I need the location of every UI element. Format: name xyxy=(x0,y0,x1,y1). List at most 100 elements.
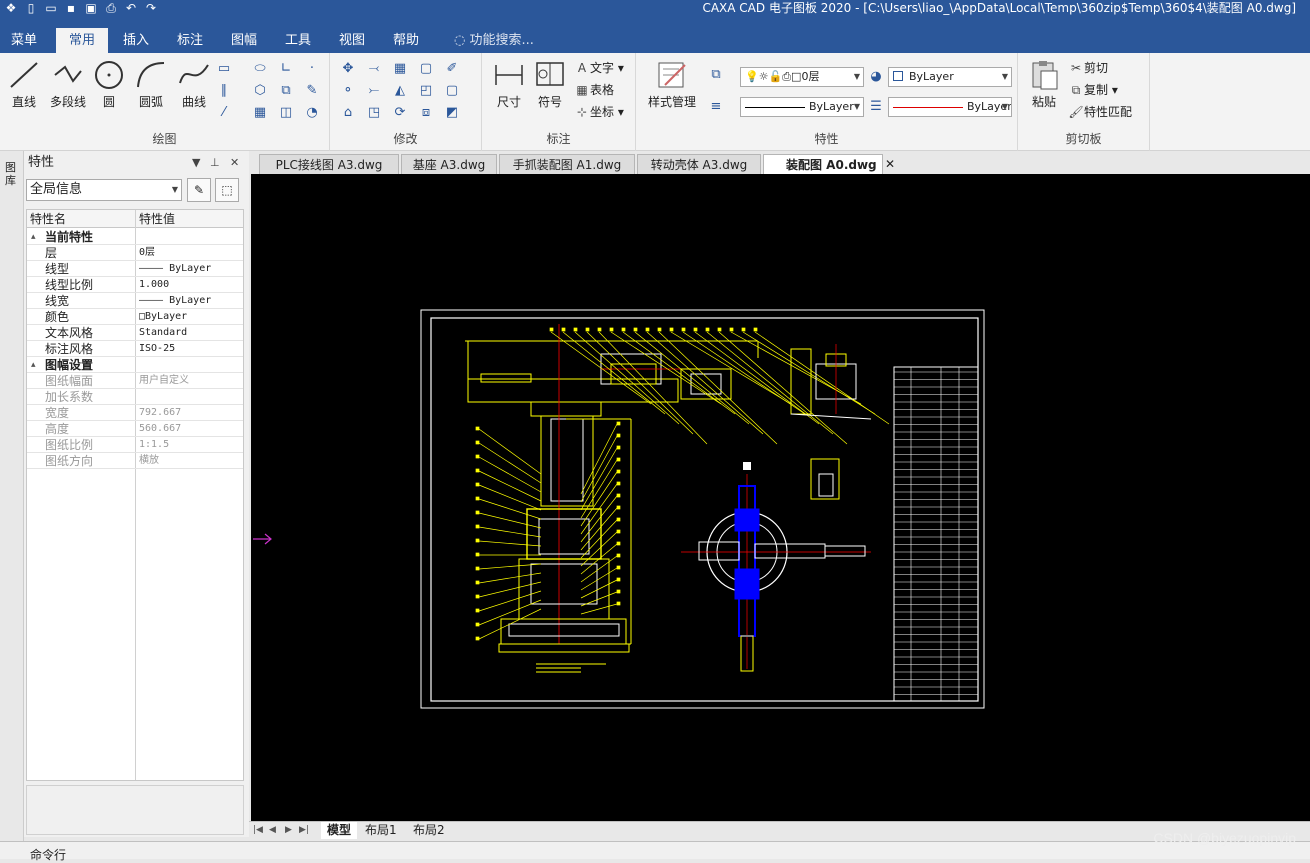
open-icon[interactable]: ▭ xyxy=(44,1,58,15)
property-row[interactable]: 文本风格 Standard xyxy=(27,325,243,341)
tab-layout2[interactable]: 布局2 xyxy=(413,822,453,839)
eraser-icon[interactable]: ✐ xyxy=(444,61,460,77)
line-button[interactable]: 直线 xyxy=(6,59,42,110)
last-layout-icon[interactable]: ▶| xyxy=(299,822,309,839)
property-category[interactable]: 当前特性 ▴ xyxy=(27,229,243,245)
trim-icon[interactable]: ⤙ xyxy=(366,61,382,77)
property-value[interactable]: Standard xyxy=(139,325,241,341)
property-row[interactable]: 图纸幅面 用户自定义 xyxy=(27,373,243,389)
color-combo[interactable]: ByLayer ▼ xyxy=(888,67,1012,87)
undo-icon[interactable]: ↶ xyxy=(124,1,138,15)
region-icon[interactable]: ◫ xyxy=(278,105,294,121)
tab-insert[interactable]: 插入 xyxy=(112,28,160,53)
point-icon[interactable]: · xyxy=(304,61,320,77)
doc-tab[interactable]: 基座 A3.dwg xyxy=(401,154,497,174)
doc-tab[interactable]: 转动壳体 A3.dwg xyxy=(637,154,761,174)
panel-menu-icon[interactable]: ▼ xyxy=(192,151,200,175)
table-button[interactable]: ▦ 表格 xyxy=(574,81,614,99)
first-layout-icon[interactable]: |◀ xyxy=(253,822,263,839)
select-objects-button[interactable]: ⬚ xyxy=(215,178,239,202)
object-selector[interactable]: 全局信息 ▼ xyxy=(26,179,182,201)
construction-line-icon[interactable]: ⁄ xyxy=(216,105,232,121)
property-row[interactable]: 线型比例 1.000 xyxy=(27,277,243,293)
property-value[interactable]: ———— ByLayer xyxy=(139,293,241,309)
color-wheel-icon[interactable]: ◕ xyxy=(868,69,884,85)
parallel-line-icon[interactable]: ∥ xyxy=(216,83,232,99)
extend-icon[interactable]: ⤚ xyxy=(366,83,382,99)
cut-button[interactable]: ✂ 剪切 xyxy=(1068,59,1108,77)
new-icon[interactable]: ▯ xyxy=(24,1,38,15)
move-icon[interactable]: ✥ xyxy=(340,61,356,77)
app-icon[interactable]: ❖ xyxy=(4,1,18,15)
ellipse-icon[interactable]: ⬭ xyxy=(252,61,268,77)
fillet-icon[interactable]: ▢ xyxy=(444,83,460,99)
style-manage-button[interactable]: 样式管理 xyxy=(642,59,702,110)
offset-icon[interactable]: ▢ xyxy=(418,61,434,77)
doc-tab-active[interactable]: 装配图 A0.dwg xyxy=(763,154,883,174)
coordinate-button[interactable]: ⊹ 坐标 ▾ xyxy=(574,103,624,121)
close-icon[interactable]: ✕ xyxy=(230,151,239,175)
feature-search[interactable]: ◌ 功能搜索... xyxy=(454,28,534,53)
polyline-button[interactable]: 多段线 xyxy=(46,59,90,110)
copy-obj-icon[interactable]: ⚬ xyxy=(340,83,356,99)
drawing-canvas[interactable] xyxy=(251,174,1310,821)
property-row[interactable]: 宽度 792.667 xyxy=(27,405,243,421)
mirror-icon[interactable]: ◭ xyxy=(392,83,408,99)
tab-model[interactable]: 模型 xyxy=(321,822,357,839)
tab-view[interactable]: 视图 xyxy=(328,28,376,53)
tab-sheet[interactable]: 图幅 xyxy=(220,28,268,53)
tab-menu[interactable]: 菜单 xyxy=(0,28,48,53)
match-properties-button[interactable]: 🖌特性匹配 xyxy=(1068,103,1132,121)
property-category[interactable]: 图幅设置 ▴ xyxy=(27,357,243,373)
prev-layout-icon[interactable]: ◀ xyxy=(269,822,276,839)
fill-icon[interactable]: ◔ xyxy=(304,105,320,121)
saveas-icon[interactable]: ▣ xyxy=(84,1,98,15)
stretch-icon[interactable]: ⌂ xyxy=(340,105,356,121)
tab-help[interactable]: 帮助 xyxy=(382,28,430,53)
doc-tab[interactable]: 手抓装配图 A1.dwg xyxy=(499,154,635,174)
toggle-pickadd-button[interactable]: ✎ xyxy=(187,178,211,202)
save-icon[interactable]: ▪ xyxy=(64,1,78,15)
scale-icon[interactable]: ◰ xyxy=(418,83,434,99)
copy-button[interactable]: ⧉ 复制 ▾ xyxy=(1068,81,1118,99)
collapse-icon[interactable]: ▴ xyxy=(31,357,36,373)
tab-layout1[interactable]: 布局1 xyxy=(365,822,405,839)
property-value[interactable]: 0层 xyxy=(139,245,241,261)
property-row[interactable]: 颜色 □ByLayer xyxy=(27,309,243,325)
hexagon-icon[interactable]: ⬡ xyxy=(252,83,268,99)
layer-combo[interactable]: 💡☼🔓⎙□0层 ▼ xyxy=(740,67,864,87)
collapse-icon[interactable]: ▴ xyxy=(31,229,36,245)
property-row[interactable]: 加长系数 xyxy=(27,389,243,405)
block-icon[interactable]: ⧉ xyxy=(278,83,294,99)
property-row[interactable]: 层 0层 xyxy=(27,245,243,261)
command-line[interactable]: 命令行 xyxy=(0,841,1310,862)
chamfer-icon[interactable]: ◩ xyxy=(444,105,460,121)
break-icon[interactable]: ⧈ xyxy=(418,105,434,121)
property-value[interactable]: ———— ByLayer xyxy=(139,261,241,277)
property-value[interactable]: □ByLayer xyxy=(139,309,241,325)
text-button[interactable]: A 文字 ▾ xyxy=(574,59,624,77)
linetype-manager-icon[interactable]: ≡ xyxy=(708,99,724,115)
arc-button[interactable]: 圆弧 xyxy=(132,59,170,110)
property-row[interactable]: 图纸比例 1:1.5 xyxy=(27,437,243,453)
paste-button[interactable]: 粘贴 xyxy=(1026,59,1062,110)
next-layout-icon[interactable]: ▶ xyxy=(285,822,292,839)
lineweight-combo[interactable]: ByLayer ▼ xyxy=(888,97,1012,117)
property-row[interactable]: 线型 ———— ByLayer xyxy=(27,261,243,277)
property-value[interactable]: 1.000 xyxy=(139,277,241,293)
property-row[interactable]: 标注风格 ISO-25 xyxy=(27,341,243,357)
doc-tab[interactable]: PLC接线图 A3.dwg xyxy=(259,154,399,174)
array-icon[interactable]: ▦ xyxy=(392,61,408,77)
tab-common[interactable]: 常用 xyxy=(56,28,108,53)
pin-icon[interactable]: ⊥ xyxy=(210,151,220,175)
pin-icon[interactable]: ✎ xyxy=(304,83,320,99)
explode-icon[interactable]: ◳ xyxy=(366,105,382,121)
property-row[interactable]: 线宽 ———— ByLayer xyxy=(27,293,243,309)
symbol-button[interactable]: 符号 xyxy=(532,59,568,110)
hatch-icon[interactable]: ▦ xyxy=(252,105,268,121)
property-row[interactable]: 高度 560.667 xyxy=(27,421,243,437)
property-row[interactable]: 图纸方向 横放 xyxy=(27,453,243,469)
tab-annotate[interactable]: 标注 xyxy=(166,28,214,53)
rectangle-icon[interactable]: ▭ xyxy=(216,61,232,77)
linetype-combo[interactable]: ByLayer ▼ xyxy=(740,97,864,117)
